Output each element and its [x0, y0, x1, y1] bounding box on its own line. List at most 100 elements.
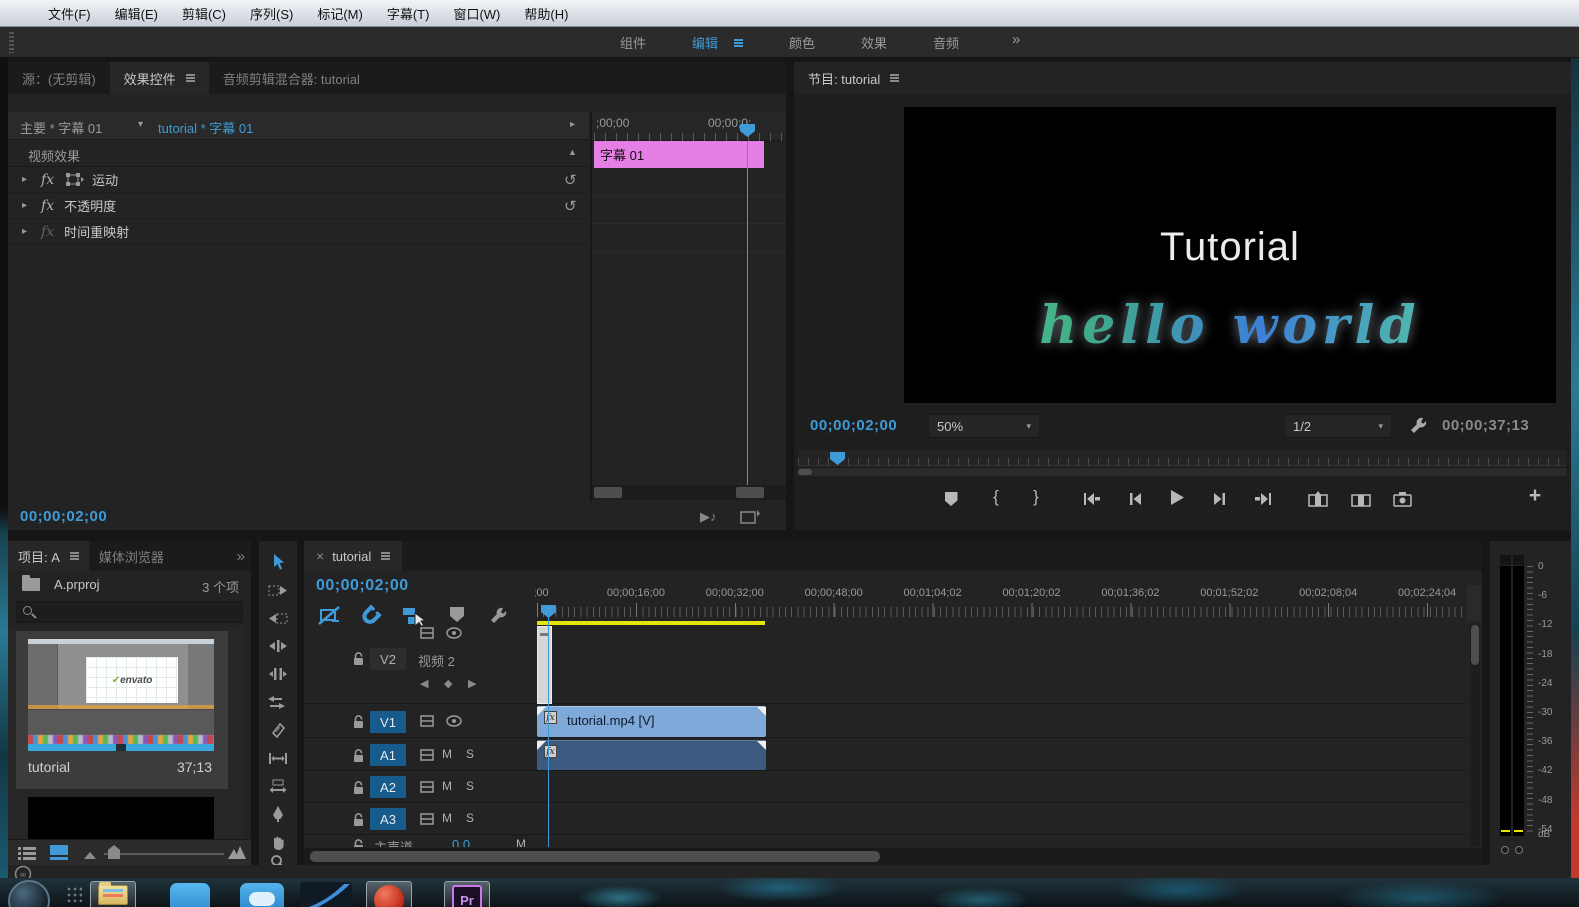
- master-clip-label[interactable]: 主要 * 字幕 01: [20, 118, 102, 137]
- keyframe-next-icon[interactable]: ▶: [468, 677, 476, 690]
- track-lock-icon[interactable]: [352, 812, 365, 827]
- video-preview[interactable]: Tutorial hello world: [904, 107, 1556, 403]
- menu-item[interactable]: 标记(M): [305, 4, 375, 23]
- selection-tool[interactable]: [259, 549, 297, 575]
- ripple-edit-tool[interactable]: [259, 633, 297, 659]
- twirl-icon[interactable]: ▸: [22, 174, 27, 185]
- mute-button[interactable]: M: [442, 779, 452, 793]
- panel-menu-icon[interactable]: [186, 74, 195, 82]
- zoom-in-thumb-icon[interactable]: [228, 845, 246, 859]
- track-target-v2[interactable]: V2: [370, 648, 406, 670]
- step-forward-button[interactable]: [1209, 488, 1231, 510]
- tab-media-browser[interactable]: 媒体浏览器: [89, 541, 174, 571]
- export-frame-icon[interactable]: [740, 509, 760, 525]
- export-frame-button[interactable]: [1392, 488, 1414, 510]
- nest-toggle-icon[interactable]: [318, 605, 342, 627]
- mini-scrollbar-left[interactable]: [594, 487, 622, 498]
- keyframe-prev-icon[interactable]: ◀: [420, 677, 428, 690]
- master-level-value[interactable]: 0.0: [452, 837, 470, 847]
- sync-lock-icon[interactable]: [420, 715, 434, 727]
- audio-meter-panel[interactable]: 0-6-12-18-24-30-36-42-48-54 dB: [1490, 541, 1571, 865]
- taskbar-premiere-button[interactable]: Pr: [444, 881, 490, 907]
- track-lock-icon[interactable]: [352, 748, 365, 763]
- program-scrollbar-handle[interactable]: [798, 469, 812, 475]
- effect-row-motion[interactable]: ▸ fx 运动 ↺: [8, 167, 589, 193]
- solo-button[interactable]: S: [466, 747, 474, 761]
- icon-view-icon[interactable]: [50, 845, 68, 860]
- reset-effect-icon[interactable]: ↺: [564, 171, 577, 189]
- audio-clip[interactable]: fx: [537, 740, 766, 770]
- solo-button[interactable]: S: [466, 811, 474, 825]
- track-a1[interactable]: A1 M S fx: [304, 739, 1467, 771]
- track-target-v1[interactable]: V1: [370, 711, 406, 733]
- play-audio-icon[interactable]: ▶♪: [700, 509, 717, 525]
- track-lock-icon[interactable]: [352, 651, 365, 666]
- menu-item[interactable]: 字幕(T): [375, 4, 442, 23]
- workspace-tab-组件[interactable]: 组件: [620, 33, 646, 52]
- menu-item[interactable]: 帮助(H): [512, 4, 580, 23]
- workspace-tab-效果[interactable]: 效果: [861, 33, 887, 52]
- extract-button[interactable]: [1350, 488, 1372, 510]
- menu-item[interactable]: 编辑(E): [103, 4, 170, 23]
- master-mute-button[interactable]: M: [516, 837, 526, 847]
- play-button[interactable]: [1166, 486, 1188, 508]
- playback-resolution-select[interactable]: 1/2▾: [1284, 414, 1392, 438]
- project-item-thumbnail[interactable]: ✔envato: [28, 639, 214, 751]
- track-select-forward-tool[interactable]: [259, 577, 297, 603]
- menu-item[interactable]: 文件(F): [36, 4, 103, 23]
- track-lock-icon[interactable]: [352, 838, 365, 847]
- rate-stretch-tool[interactable]: [259, 689, 297, 715]
- settings-wrench-icon[interactable]: [1408, 415, 1430, 437]
- keyframe-add-icon[interactable]: ◆: [444, 677, 452, 690]
- track-target-a1[interactable]: A1: [370, 744, 406, 766]
- project-item-card[interactable]: ✔envato tutorial 37;13: [16, 631, 228, 789]
- linked-selection-icon[interactable]: [402, 605, 426, 627]
- sequence-clip-label[interactable]: tutorial * 字幕 01: [158, 118, 253, 137]
- track-lock-icon[interactable]: [352, 714, 365, 729]
- program-scrubber[interactable]: [798, 450, 1566, 466]
- solo-button[interactable]: S: [466, 779, 474, 793]
- taskbar-app-swoosh[interactable]: [300, 882, 352, 907]
- track-target-a2[interactable]: A2: [370, 776, 406, 798]
- tab-audio-clip-mixer[interactable]: 音频剪辑混合器: tutorial: [209, 62, 374, 94]
- thumbnail-size-slider[interactable]: [104, 853, 224, 855]
- show-desktop-grid-icon[interactable]: [66, 886, 82, 902]
- track-output-eye-icon[interactable]: [446, 627, 462, 639]
- zoom-level-select[interactable]: 50%▾: [928, 414, 1040, 438]
- tab-project[interactable]: 项目: A: [8, 541, 89, 571]
- sync-lock-icon[interactable]: [420, 813, 434, 825]
- list-view-icon[interactable]: [18, 846, 36, 860]
- search-field[interactable]: [16, 601, 243, 623]
- zoom-out-thumb-icon[interactable]: [84, 852, 96, 859]
- menu-item[interactable]: 剪辑(C): [170, 4, 238, 23]
- workspace-tab-颜色[interactable]: 颜色: [789, 33, 815, 52]
- track-v2[interactable]: V2 视频 2 ◀ ◆ ▶: [304, 625, 1467, 704]
- panel-menu-icon[interactable]: [381, 552, 390, 560]
- mini-scrollbar-right[interactable]: [736, 487, 764, 498]
- clip-handle-right[interactable]: [757, 741, 766, 750]
- expand-panel-icon[interactable]: ▸: [570, 119, 575, 130]
- effect-row-time-remap[interactable]: ▸ fx 时间重映射: [8, 219, 589, 245]
- start-button[interactable]: [8, 880, 50, 907]
- step-back-button[interactable]: [1124, 488, 1146, 510]
- menu-item[interactable]: 窗口(W): [441, 4, 512, 23]
- chevron-down-icon[interactable]: ▾: [138, 119, 143, 130]
- rolling-edit-tool[interactable]: [259, 661, 297, 687]
- taskbar-app-red-button[interactable]: [366, 881, 412, 907]
- track-a2[interactable]: A2 M S: [304, 772, 1467, 803]
- mini-playhead-line[interactable]: [747, 141, 748, 485]
- panel-overflow-icon[interactable]: »: [231, 541, 251, 571]
- track-a3[interactable]: A3 M S: [304, 804, 1467, 835]
- slip-tool[interactable]: [259, 745, 297, 771]
- vscrollbar-thumb[interactable]: [1471, 625, 1479, 665]
- add-marker-icon[interactable]: [450, 607, 464, 622]
- pen-tool[interactable]: [259, 801, 297, 827]
- mini-ruler-ticks[interactable]: [594, 133, 784, 141]
- add-marker-button[interactable]: [940, 488, 962, 510]
- mute-button[interactable]: M: [442, 811, 452, 825]
- track-lock-icon[interactable]: [352, 780, 365, 795]
- timeline-hscrollbar[interactable]: [304, 848, 1482, 865]
- collapse-section-icon[interactable]: ▲: [568, 147, 577, 157]
- tab-program-monitor[interactable]: 节目: tutorial: [794, 62, 913, 94]
- add-button[interactable]: +: [1524, 485, 1546, 507]
